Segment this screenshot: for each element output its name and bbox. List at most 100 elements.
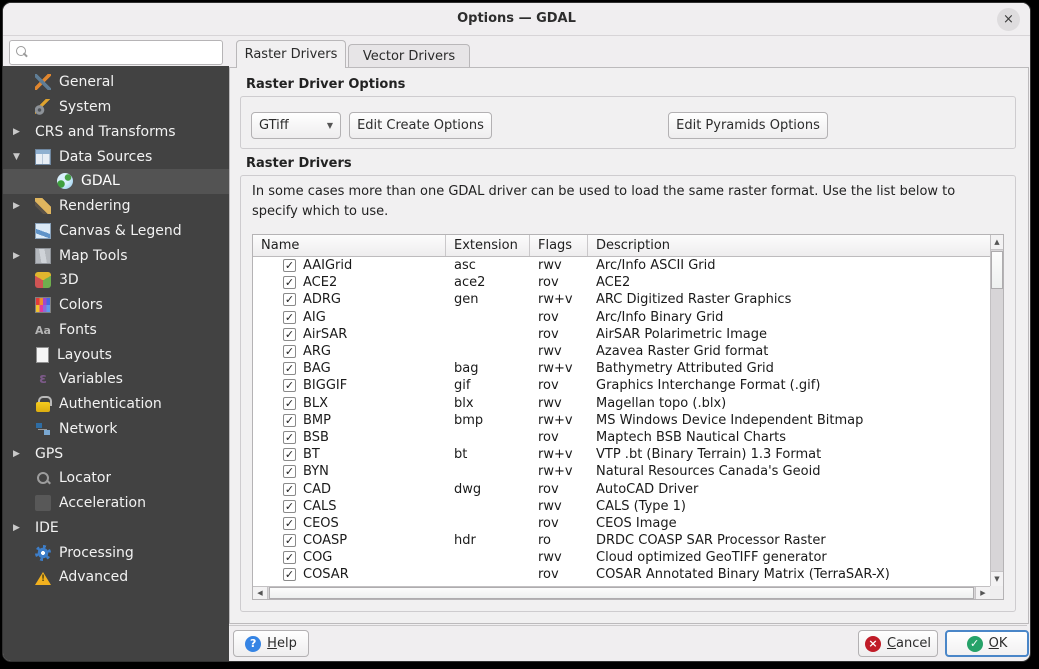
sidebar-item-locator[interactable]: Locator	[3, 466, 229, 491]
table-row[interactable]: ✓COASPhdrroDRDC COASP SAR Processor Rast…	[253, 532, 990, 549]
driver-checkbox[interactable]: ✓	[283, 328, 296, 341]
table-row[interactable]: ✓BAGbagrw+vBathymetry Attributed Grid	[253, 360, 990, 377]
search-input[interactable]	[9, 40, 223, 65]
sidebar-item-advanced[interactable]: Advanced	[3, 565, 229, 590]
tab-vector-drivers[interactable]: Vector Drivers	[348, 44, 470, 68]
close-icon[interactable]: ×	[997, 8, 1020, 31]
table-row[interactable]: ✓ADRGgenrw+vARC Digitized Raster Graphic…	[253, 291, 990, 308]
driver-checkbox[interactable]: ✓	[283, 517, 296, 530]
table-row[interactable]: ✓COGrwvCloud optimized GeoTIFF generator	[253, 549, 990, 566]
table-row[interactable]: ✓ACE2ace2rovACE2	[253, 274, 990, 291]
system-icon	[35, 99, 51, 115]
sidebar-item-processing[interactable]: Processing	[3, 540, 229, 565]
chevron-right-icon[interactable]: ▶	[11, 127, 35, 137]
horizontal-scroll-handle[interactable]	[269, 587, 974, 599]
help-button[interactable]: ? Help	[233, 630, 309, 657]
sidebar-item-authentication[interactable]: Authentication	[3, 392, 229, 417]
column-header-flags[interactable]: Flags	[530, 235, 588, 256]
sidebar-item-label: GPS	[35, 446, 63, 462]
table-row[interactable]: ✓AirSARrovAirSAR Polarimetric Image	[253, 326, 990, 343]
driver-description: ACE2	[588, 275, 990, 290]
table-row[interactable]: ✓BMPbmprw+vMS Windows Device Independent…	[253, 412, 990, 429]
driver-checkbox[interactable]: ✓	[283, 345, 296, 358]
chevron-down-icon[interactable]: ▼	[11, 152, 35, 162]
sidebar-item-layouts[interactable]: Layouts	[3, 342, 229, 367]
edit-pyramids-options-button[interactable]: Edit Pyramids Options	[668, 112, 828, 139]
cancel-button[interactable]: × Cancel	[858, 630, 938, 657]
ok-icon: ✓	[967, 636, 983, 652]
sidebar-item-network[interactable]: Network	[3, 417, 229, 442]
sidebar-item-data-sources[interactable]: ▼Data Sources	[3, 144, 229, 169]
scroll-right-icon[interactable]: ▶	[975, 587, 990, 599]
sidebar-item-acceleration[interactable]: Acceleration	[3, 491, 229, 516]
vertical-scrollbar[interactable]: ▲ ▼	[990, 235, 1003, 586]
sidebar-item-map-tools[interactable]: ▶Map Tools	[3, 243, 229, 268]
sidebar-item-system[interactable]: System	[3, 95, 229, 120]
table-row[interactable]: ✓BIGGIFgifrovGraphics Interchange Format…	[253, 377, 990, 394]
table-row[interactable]: ✓CADdwgrovAutoCAD Driver	[253, 480, 990, 497]
tab-raster-drivers[interactable]: Raster Drivers	[236, 40, 346, 68]
driver-checkbox[interactable]: ✓	[283, 276, 296, 289]
raster-driver-options-title: Raster Driver Options	[246, 77, 405, 92]
sidebar-item-crs-and-transforms[interactable]: ▶CRS and Transforms	[3, 120, 229, 145]
driver-checkbox[interactable]: ✓	[283, 483, 296, 496]
table-row[interactable]: ✓CEOSrovCEOS Image	[253, 515, 990, 532]
scroll-up-icon[interactable]: ▲	[991, 235, 1003, 250]
table-row[interactable]: ✓CALSrwvCALS (Type 1)	[253, 498, 990, 515]
table-row[interactable]: ✓BSBrovMaptech BSB Nautical Charts	[253, 429, 990, 446]
sidebar-item-colors[interactable]: Colors	[3, 293, 229, 318]
vertical-scroll-handle[interactable]	[991, 251, 1003, 289]
column-header-name[interactable]: Name	[253, 235, 446, 256]
driver-checkbox[interactable]: ✓	[283, 534, 296, 547]
table-row[interactable]: ✓BTbtrw+vVTP .bt (Binary Terrain) 1.3 Fo…	[253, 446, 990, 463]
driver-checkbox[interactable]: ✓	[283, 379, 296, 392]
driver-name: AirSAR	[303, 327, 347, 342]
chevron-right-icon[interactable]: ▶	[11, 251, 35, 261]
ok-button[interactable]: ✓ OK	[945, 630, 1029, 657]
table-row[interactable]: ✓BLXblxrwvMagellan topo (.blx)	[253, 395, 990, 412]
sidebar-item-canvas-legend[interactable]: Canvas & Legend	[3, 219, 229, 244]
sidebar-item-gdal[interactable]: GDAL	[3, 169, 229, 194]
sidebar-item-variables[interactable]: Variables	[3, 367, 229, 392]
edit-create-options-button[interactable]: Edit Create Options	[349, 112, 492, 139]
table-row[interactable]: ✓AIGrovArc/Info Binary Grid	[253, 309, 990, 326]
driver-checkbox[interactable]: ✓	[283, 500, 296, 513]
chevron-right-icon[interactable]: ▶	[11, 523, 35, 533]
gdal-icon	[57, 173, 73, 189]
column-header-description[interactable]: Description	[588, 235, 990, 256]
driver-checkbox[interactable]: ✓	[283, 465, 296, 478]
lock-icon	[35, 396, 51, 412]
table-row[interactable]: ✓AAIGridascrwvArc/Info ASCII Grid	[253, 257, 990, 274]
driver-checkbox[interactable]: ✓	[283, 362, 296, 375]
driver-extension: blx	[446, 396, 530, 411]
sidebar-item-rendering[interactable]: ▶Rendering	[3, 194, 229, 219]
sidebar-item-general[interactable]: General	[3, 70, 229, 95]
driver-checkbox[interactable]: ✓	[283, 551, 296, 564]
title-bar[interactable]: Options — GDAL ×	[3, 3, 1030, 36]
driver-select[interactable]: GTiff ▼	[251, 112, 341, 139]
driver-checkbox[interactable]: ✓	[283, 259, 296, 272]
driver-flags: rwv	[530, 396, 588, 411]
sidebar-item-3d[interactable]: 3D	[3, 268, 229, 293]
driver-checkbox[interactable]: ✓	[283, 414, 296, 427]
table-row[interactable]: ✓COSARrovCOSAR Annotated Binary Matrix (…	[253, 566, 990, 583]
driver-checkbox[interactable]: ✓	[283, 311, 296, 324]
chevron-right-icon[interactable]: ▶	[11, 201, 35, 211]
driver-checkbox[interactable]: ✓	[283, 448, 296, 461]
driver-checkbox[interactable]: ✓	[283, 397, 296, 410]
sidebar-item-ide[interactable]: ▶IDE	[3, 516, 229, 541]
sidebar-item-fonts[interactable]: Fonts	[3, 318, 229, 343]
scroll-down-icon[interactable]: ▼	[991, 571, 1003, 586]
chevron-right-icon[interactable]: ▶	[11, 449, 35, 459]
driver-checkbox[interactable]: ✓	[283, 293, 296, 306]
table-row[interactable]: ✓BYNrw+vNatural Resources Canada's Geoid	[253, 463, 990, 480]
scroll-left-icon[interactable]: ◀	[253, 587, 268, 599]
driver-checkbox[interactable]: ✓	[283, 568, 296, 581]
table-row[interactable]: ✓ARGrwvAzavea Raster Grid format	[253, 343, 990, 360]
sidebar-item-gps[interactable]: ▶GPS	[3, 441, 229, 466]
column-header-extension[interactable]: Extension	[446, 235, 530, 256]
raster-drivers-description: In some cases more than one GDAL driver …	[252, 182, 996, 222]
driver-name: BMP	[303, 413, 331, 428]
driver-checkbox[interactable]: ✓	[283, 431, 296, 444]
horizontal-scrollbar[interactable]: ◀ ▶	[253, 586, 990, 599]
